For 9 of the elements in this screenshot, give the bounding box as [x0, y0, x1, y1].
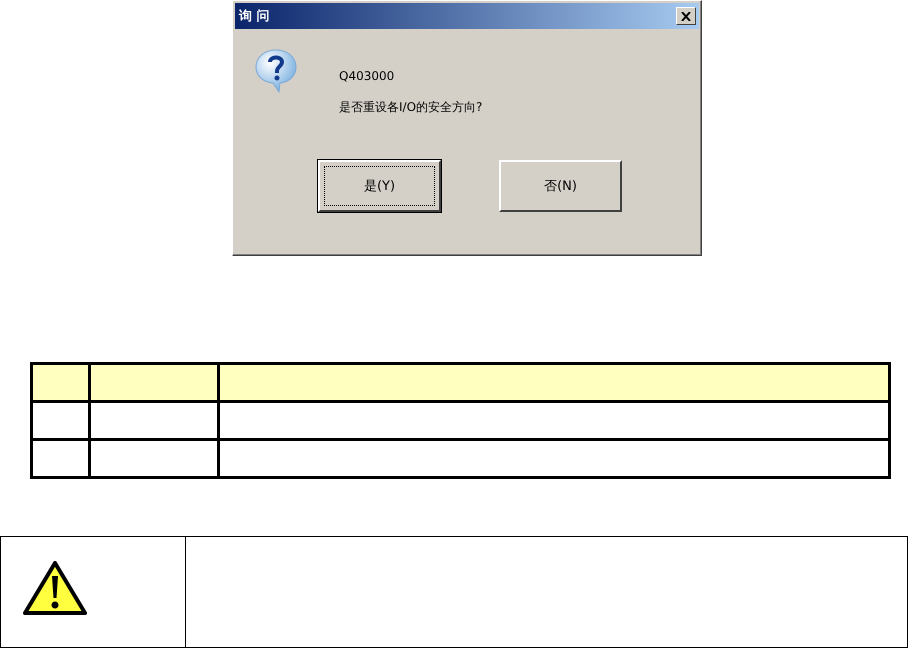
dialog-button[interactable]: 是(Y) — [318, 160, 441, 212]
window-title: 询 问 — [239, 8, 270, 25]
dialog-button[interactable]: 否(N) — [499, 160, 622, 212]
question-bubble-icon — [255, 49, 297, 93]
message-text: 是否重设各I/O的安全方向? — [339, 99, 482, 116]
close-button[interactable] — [676, 7, 696, 25]
warning-icon — [23, 560, 87, 616]
close-icon — [681, 12, 691, 20]
message-code: Q403000 — [339, 69, 396, 83]
